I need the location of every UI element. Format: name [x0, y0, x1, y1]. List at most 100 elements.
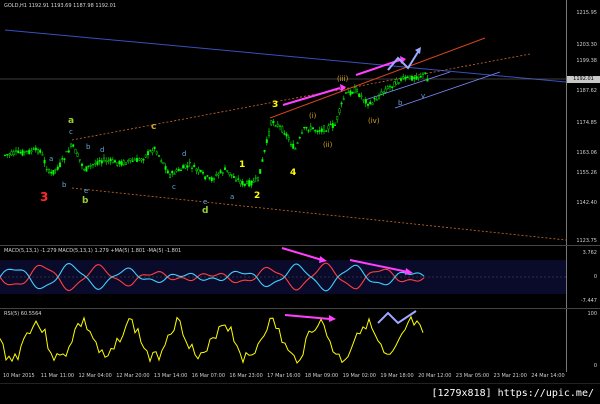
candle-body — [318, 130, 321, 132]
candle-body — [309, 126, 312, 130]
blue-trendline[interactable] — [4, 29, 566, 83]
price-axis[interactable]: 1215.95 1203.30 1199.38 1187.62 1174.85 … — [567, 0, 600, 245]
macd-plot-area[interactable]: MACD(5,13,1) -1.279 MACD(5,13,1) 1.279 +… — [0, 246, 567, 309]
candle-body — [349, 90, 352, 96]
candle-body — [413, 76, 416, 79]
wave-sublabel-b: b — [398, 99, 403, 107]
candle-body — [48, 169, 51, 174]
candle-body — [323, 125, 326, 132]
time-tick: 19 Mar 02:00 — [342, 373, 376, 379]
candle-body — [369, 101, 372, 105]
candle-body — [283, 133, 286, 135]
wave-label-d: d — [202, 206, 209, 216]
red-trendline[interactable] — [269, 37, 486, 119]
candle-body — [426, 78, 429, 82]
wave-label-3-red: 3 — [40, 190, 49, 204]
upper-channel-dotted-line[interactable] — [71, 53, 531, 141]
wave-label-c: c — [151, 122, 157, 132]
macd-axis[interactable]: 3.762 0 -7.447 — [567, 246, 600, 309]
macd-magenta-arrow-1[interactable] — [281, 247, 323, 261]
candle-body — [353, 87, 356, 94]
candle-body — [94, 162, 97, 165]
candle-body — [422, 72, 425, 75]
time-tick: 11 Mar 11:00 — [40, 373, 75, 379]
price-plot-area[interactable]: GOLD,H1 1192.91 1193.69 1187.98 1192.01 … — [0, 0, 567, 245]
price-tick: 1142.40 — [576, 200, 597, 206]
candle-body — [153, 146, 156, 150]
candle-body — [400, 78, 403, 81]
rsi-indicator-pane[interactable]: RSI(5) 60.5564 100 0 — [0, 308, 600, 372]
candle-body — [124, 162, 127, 165]
candle-body — [164, 166, 167, 170]
price-tick: 1187.62 — [576, 88, 597, 94]
candle-body — [160, 160, 163, 162]
macd-tick: -7.447 — [580, 298, 597, 304]
candle-body — [232, 175, 235, 179]
candle-body — [3, 154, 6, 156]
price-chart-pane[interactable]: GOLD,H1 1192.91 1193.69 1187.98 1192.01 … — [0, 0, 600, 245]
wave-label-3: 3 — [272, 100, 279, 110]
rsi-plot-area[interactable]: RSI(5) 60.5564 — [0, 309, 567, 372]
candle-body — [188, 161, 191, 164]
candle-body — [217, 173, 220, 176]
candle-body — [204, 176, 207, 180]
candle-body — [358, 93, 361, 97]
candle-body — [384, 88, 387, 93]
candle-body — [316, 130, 319, 133]
candle-body — [248, 180, 251, 187]
candle-body — [83, 169, 86, 171]
lower-channel-dotted-line[interactable] — [71, 187, 566, 241]
wave-label-4: 4 — [290, 168, 297, 178]
candle-body — [362, 99, 365, 101]
candle-body — [28, 149, 31, 155]
rsi-tick: 0 — [593, 363, 597, 369]
rsi-title: RSI(5) 60.5564 — [4, 311, 42, 317]
rsi-lightblue-zigzag[interactable] — [377, 310, 417, 325]
candle-body — [274, 125, 277, 127]
candle-body — [226, 170, 229, 172]
rsi-canvas — [0, 310, 424, 364]
candle-body — [146, 151, 149, 156]
price-tick: 1215.95 — [576, 10, 597, 16]
candle-body — [245, 181, 248, 184]
candle-body — [6, 154, 9, 156]
candle-body — [415, 76, 418, 80]
candle-body — [380, 91, 383, 95]
candle-body — [221, 172, 224, 174]
chart-title: GOLD,H1 1192.91 1193.69 1187.98 1192.01 — [4, 3, 117, 9]
candle-body — [391, 86, 394, 88]
candle-body — [151, 150, 154, 153]
candle-body — [197, 169, 200, 173]
price-tick: 1203.30 — [576, 42, 597, 48]
candle-body — [419, 76, 422, 78]
candle-body — [259, 169, 262, 174]
candle-body — [78, 159, 81, 161]
candle-body — [69, 143, 72, 147]
candle-body — [279, 125, 282, 127]
macd-indicator-pane[interactable]: MACD(5,13,1) -1.279 MACD(5,13,1) 1.279 +… — [0, 245, 600, 309]
macd-title: MACD(5,13,1) -1.279 MACD(5,13,1) 1.279 +… — [4, 248, 182, 254]
candle-body — [120, 161, 123, 166]
candle-body — [325, 130, 328, 132]
candle-body — [331, 123, 334, 129]
candle-body — [375, 99, 378, 101]
candle-body — [179, 169, 182, 172]
candle-body — [307, 130, 310, 132]
time-tick: 23 Mar 05:00 — [455, 373, 490, 379]
candle-body — [340, 102, 343, 105]
time-axis[interactable]: 10 Mar 2015 11 Mar 11:00 12 Mar 04:00 12 Ma… — [0, 371, 600, 383]
candle-body — [268, 131, 271, 136]
candle-body — [45, 168, 48, 171]
candle-body — [135, 158, 138, 163]
candle-body — [336, 116, 339, 120]
candle-body — [301, 132, 304, 134]
rsi-axis[interactable]: 100 0 — [567, 309, 600, 372]
macd-tick: 0 — [593, 274, 597, 280]
candle-body — [162, 162, 165, 164]
rsi-magenta-arrow[interactable] — [284, 314, 331, 320]
candle-body — [219, 170, 222, 174]
candle-body — [102, 157, 105, 161]
time-tick: 13 Mar 14:00 — [153, 373, 188, 379]
price-tick: 1174.85 — [576, 120, 597, 126]
wave-sublabel-b-left: b — [62, 181, 67, 189]
